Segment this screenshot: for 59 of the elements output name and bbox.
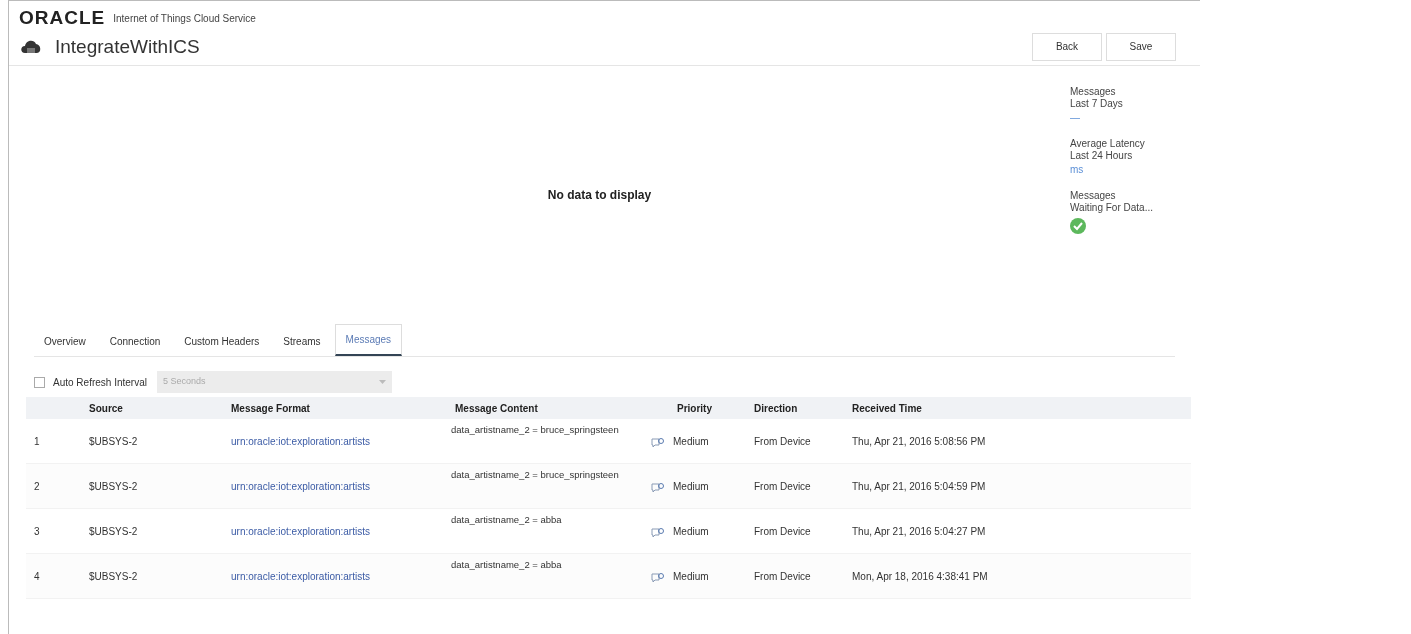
table-cell: $UBSYS-2	[89, 570, 138, 582]
format-link[interactable]: urn:oracle:iot:exploration:artists	[231, 525, 370, 537]
format-link[interactable]: urn:oracle:iot:exploration:artists	[231, 480, 370, 492]
table-cell: From Device	[754, 480, 811, 492]
row-number: 1	[34, 435, 40, 447]
table-cell: From Device	[754, 525, 811, 537]
row-number: 2	[34, 480, 40, 492]
toolbar-button[interactable]: Back	[1032, 32, 1102, 61]
page-title: IntegrateWithICS	[55, 34, 200, 59]
row-number: 4	[34, 570, 40, 582]
tab[interactable]: Connection	[99, 326, 171, 356]
toolbar-button[interactable]: Save	[1106, 32, 1176, 61]
checkbox-label: Auto Refresh Interval	[53, 375, 147, 390]
table-cell: $UBSYS-2	[89, 480, 138, 492]
table-cell-text: data_artistname_2 = abba	[451, 513, 563, 527]
row-number: 3	[34, 525, 40, 537]
metric-period: Waiting For Data...	[1070, 202, 1154, 214]
comment-icon[interactable]	[651, 572, 665, 585]
column-header: Message Format	[231, 402, 310, 414]
comment-icon[interactable]	[651, 482, 665, 495]
metric-period: Last 7 Days	[1070, 98, 1124, 110]
table-cell-text: data_artistname_2 = bruce_springsteen	[451, 423, 620, 437]
table-cell: From Device	[754, 435, 811, 447]
comment-icon[interactable]	[651, 437, 665, 450]
column-header: Direction	[754, 402, 798, 414]
format-link[interactable]: urn:oracle:iot:exploration:artists	[231, 435, 370, 447]
tab[interactable]: Messages	[334, 324, 403, 356]
column-header: Source	[89, 402, 123, 414]
table-cell: Medium	[673, 480, 709, 492]
tab[interactable]: Overview	[34, 326, 96, 356]
metric-value: —	[1070, 112, 1081, 124]
table-cell-text: data_artistname_2 = abba	[451, 558, 563, 572]
product-name: Internet of Things Cloud Service	[113, 11, 256, 26]
metric-period: Last 24 Hours	[1070, 150, 1134, 162]
table-cell-text: data_artistname_2 = bruce_springsteen	[451, 468, 620, 482]
caret-icon	[378, 380, 386, 384]
tab[interactable]: Streams	[273, 326, 331, 356]
comment-icon[interactable]	[651, 527, 665, 540]
column-header: Priority	[677, 402, 712, 414]
table-cell: Medium	[673, 525, 709, 537]
brand-logo: ORACLE	[19, 6, 106, 30]
format-link[interactable]: urn:oracle:iot:exploration:artists	[231, 570, 370, 582]
table-cell: $UBSYS-2	[89, 525, 138, 537]
table-cell: Thu, Apr 21, 2016 5:04:27 PM	[852, 525, 986, 537]
table-cell: Medium	[673, 570, 709, 582]
metric-value: ms	[1070, 164, 1085, 176]
table-cell: $UBSYS-2	[89, 435, 138, 447]
table-cell: Mon, Apr 18, 2016 4:38:41 PM	[852, 570, 988, 582]
empty-chart-message: No data to display	[547, 187, 652, 204]
tab[interactable]: Custom Headers	[174, 326, 270, 356]
metric-label: Messages	[1070, 190, 1117, 202]
column-header: Message Content	[455, 402, 538, 414]
table-cell: From Device	[754, 570, 811, 582]
metric-label: Messages	[1070, 86, 1117, 98]
column-header: Received Time	[852, 402, 922, 414]
table-cell: Medium	[673, 435, 709, 447]
metric-label: Average Latency	[1070, 138, 1146, 150]
table-cell: Thu, Apr 21, 2016 5:08:56 PM	[852, 435, 986, 447]
table-cell: Thu, Apr 21, 2016 5:04:59 PM	[852, 480, 986, 492]
